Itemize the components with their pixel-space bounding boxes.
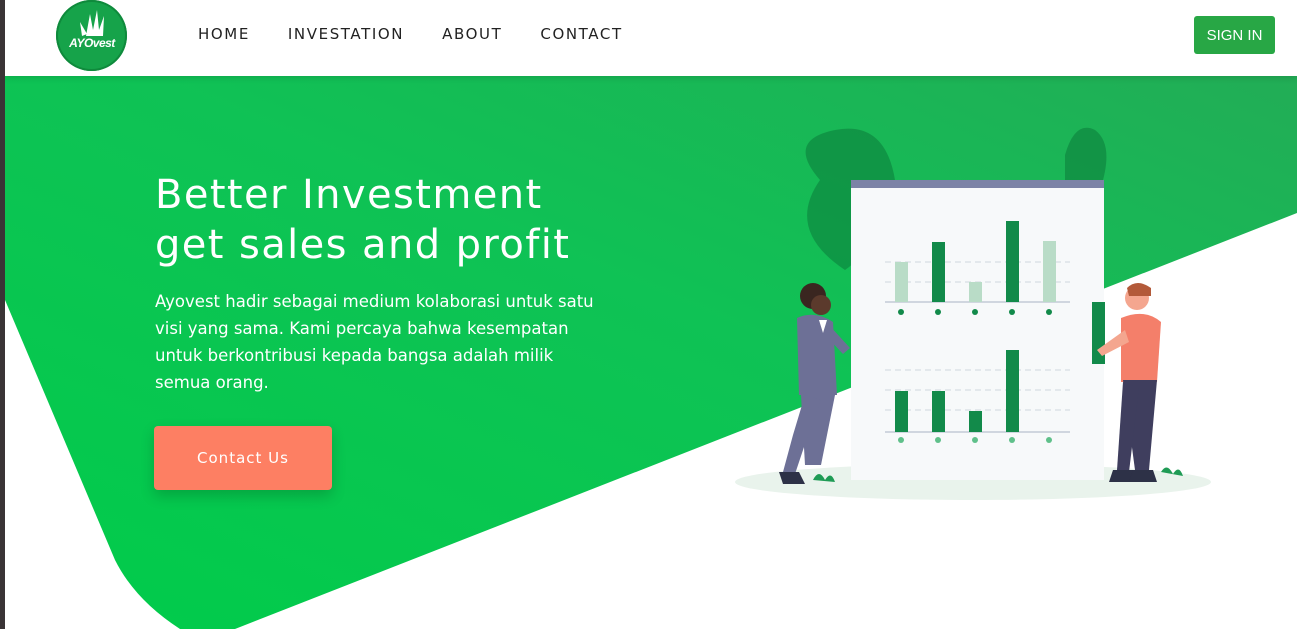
bar: [1043, 241, 1056, 302]
brand-logo[interactable]: AYOvest: [56, 0, 127, 71]
bar: [1006, 221, 1019, 302]
nav-about[interactable]: ABOUT: [442, 24, 502, 44]
chart-board-header: [851, 180, 1104, 188]
bar: [895, 262, 908, 302]
bar: [932, 242, 945, 302]
person-right: [1097, 283, 1161, 482]
bar: [895, 391, 908, 432]
page: AYOvest HOME INVESTATION ABOUT CONTACT S…: [5, 0, 1297, 629]
bar: [969, 282, 982, 302]
bar: [1006, 350, 1019, 432]
nav-contact[interactable]: CONTACT: [540, 24, 622, 44]
hero-description: Ayovest hadir sebagai medium kolaborasi …: [155, 292, 594, 392]
nav-investation[interactable]: INVESTATION: [288, 24, 404, 44]
hero-title: Better Investment get sales and profit: [155, 170, 675, 270]
sign-in-button[interactable]: SIGN IN: [1194, 16, 1275, 54]
hero-title-line-1: Better Investment: [155, 172, 543, 218]
business-people-chart-illustration: [735, 127, 1211, 500]
main-nav: HOME INVESTATION ABOUT CONTACT: [198, 24, 661, 44]
person-left: [779, 283, 850, 484]
bar: [932, 391, 945, 432]
navbar: AYOvest HOME INVESTATION ABOUT CONTACT S…: [5, 0, 1297, 76]
logo-text: AYOvest: [69, 36, 115, 50]
contact-us-button[interactable]: Contact Us: [154, 426, 332, 490]
chart-board: [851, 180, 1104, 480]
hero-title-line-2: get sales and profit: [155, 222, 571, 268]
bar: [969, 411, 982, 432]
nav-home[interactable]: HOME: [198, 24, 250, 44]
